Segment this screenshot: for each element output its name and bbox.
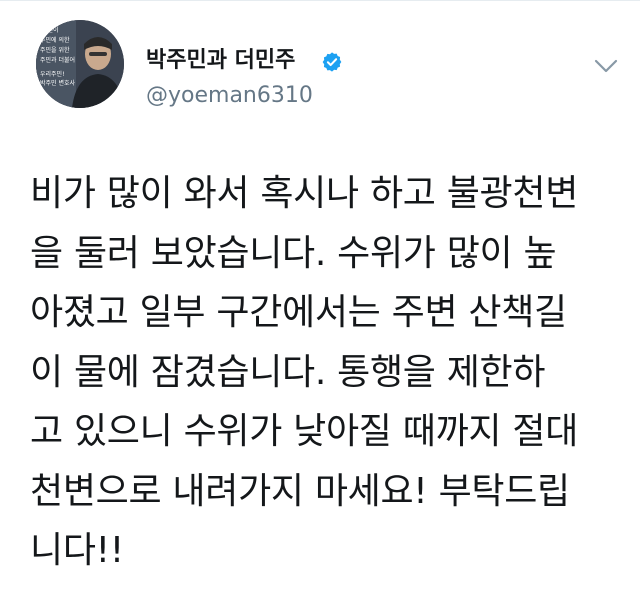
display-name[interactable]: 박주민과 더민주	[146, 48, 295, 74]
avatar-image: 주민이 주민에 의한 주민을 위한 주민과 더불어 우리주민! 박주민 변호사	[36, 20, 124, 108]
avatar-text-1: 주민이	[42, 26, 59, 34]
avatar-text-2: 주민에 의한	[40, 36, 70, 44]
tweet-text-line: 을 둘러 보았습니다. 수위가 많이 높	[30, 232, 557, 274]
chevron-down-icon[interactable]	[594, 58, 618, 74]
avatar-text-4: 주민과 더불어	[40, 56, 75, 64]
tweet-text-line: 천변으로 내려가지 마세요! 부탁드립	[30, 470, 570, 512]
avatar[interactable]: 주민이 주민에 의한 주민을 위한 주민과 더불어 우리주민! 박주민 변호사	[36, 20, 124, 108]
avatar-text-5: 우리주민!	[40, 70, 65, 78]
tweet-text-line: 아졌고 일부 구간에서는 주변 산책길	[30, 292, 567, 333]
tweet-text-line: 고 있으니 수위가 낮아질 때까지 절대	[30, 411, 579, 452]
tweet-text-line: 니다!!	[30, 530, 124, 571]
verified-badge-icon	[322, 52, 342, 72]
tweet-text: 비가 많이 와서 혹시나 하고 불광천변 을 둘러 보았습니다. 수위가 많이 …	[30, 164, 630, 581]
avatar-text-3: 주민을 위한	[40, 46, 70, 54]
tweet-text-line: 이 물에 잠겼습니다. 통행을 제한하	[30, 351, 546, 393]
author-handle[interactable]: @yoeman6310	[146, 83, 313, 109]
avatar-text-6: 박주민 변호사	[40, 79, 76, 87]
tweet-text-line: 비가 많이 와서 혹시나 하고 불광천변	[30, 173, 579, 214]
top-divider	[0, 0, 640, 1]
